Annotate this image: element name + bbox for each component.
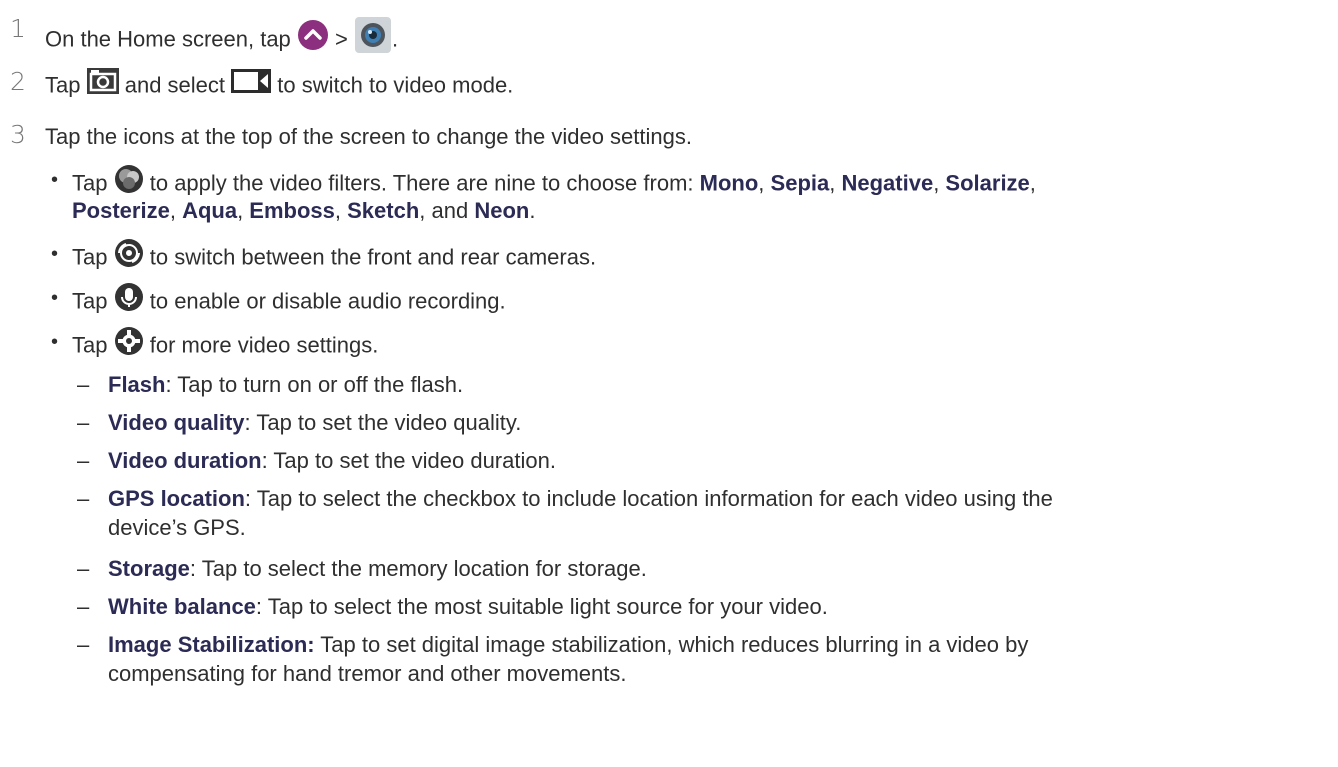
filter-negative: Negative (841, 170, 934, 196)
bullet-switch-post: to switch between the front and rear cam… (149, 244, 597, 270)
setting-desc: : Tap to turn on or off the flash. (165, 372, 464, 397)
bullet-dot: • (51, 243, 59, 265)
step-1-pre: On the Home screen, tap (45, 26, 291, 52)
filter-icon (114, 164, 144, 201)
step-number-1: 1 (10, 14, 26, 43)
setting-term: Video duration (108, 448, 262, 473)
filter-aqua: Aqua (182, 198, 238, 223)
setting-term: GPS location (108, 486, 245, 511)
setting-desc: : Tap to select the checkbox to include … (244, 486, 1053, 511)
camera-app-icon (354, 16, 392, 61)
step-1-text: On the Home screen, tap > . (45, 16, 399, 63)
setting-storage: Storage: Tap to select the memory locati… (108, 555, 647, 583)
filter-sepia: Sepia (770, 170, 830, 196)
setting-video-quality: Video quality: Tap to set the video qual… (108, 409, 521, 437)
setting-desc: Tap to set digital image stabilization, … (314, 632, 1029, 657)
dash-marker: – (77, 632, 90, 657)
step-2-text: Tap and select to switch to video mode. (45, 68, 514, 103)
step-2-post: to switch to video mode. (277, 72, 514, 98)
bullet-audio-post: to enable or disable audio recording. (149, 288, 506, 314)
dash-marker: – (77, 594, 90, 619)
apps-chevron-icon (297, 19, 329, 58)
bullet-dot: • (51, 287, 59, 309)
filter-posterize: Posterize (72, 198, 170, 223)
dash-marker: – (77, 486, 90, 511)
bullet-filters-pre: Tap (72, 170, 108, 196)
step-3-text: Tap the icons at the top of the screen t… (45, 124, 692, 149)
bullet-settings: Tap for more video settings. (72, 326, 379, 365)
bullet-filters-post: to apply the video filters. There are ni… (149, 170, 694, 196)
setting-term: Image Stabilization: (108, 632, 315, 657)
bullet-settings-pre: Tap (72, 332, 108, 358)
setting-term: White balance (108, 594, 256, 619)
video-mode-icon (231, 68, 272, 101)
filter-neon: Neon (474, 198, 530, 223)
microphone-icon (114, 282, 144, 319)
setting-gps-location-cont: device’s GPS. (108, 515, 246, 540)
setting-image-stabilization-cont: compensating for hand tremor and other m… (108, 661, 627, 686)
dash-marker: – (77, 410, 90, 435)
setting-desc: : Tap to set the video quality. (244, 410, 522, 435)
camera-mode-icon (86, 68, 119, 101)
setting-term: Storage (108, 556, 190, 581)
filter-mono: Mono (699, 170, 759, 196)
filter-solarize: Solarize (945, 170, 1030, 196)
setting-white-balance: White balance: Tap to select the most su… (108, 593, 828, 621)
step-number-3: 3 (10, 120, 26, 149)
bullet-switch-pre: Tap (72, 244, 108, 270)
setting-flash: Flash: Tap to turn on or off the flash. (108, 371, 463, 399)
filter-emboss: Emboss (249, 198, 335, 223)
step-2-mid: and select (124, 72, 226, 98)
setting-video-duration: Video duration: Tap to set the video dur… (108, 447, 556, 475)
settings-gear-icon (114, 326, 144, 363)
dash-marker: – (77, 556, 90, 581)
setting-desc: : Tap to select the most suitable light … (255, 594, 828, 619)
bullet-dot: • (51, 331, 59, 353)
step-1-mid: > (335, 26, 348, 52)
step-1-post: . (392, 26, 399, 52)
bullet-switch-camera: Tap to switch between the front and rear… (72, 238, 597, 277)
setting-desc: : Tap to set the video duration. (261, 448, 556, 473)
bullet-audio: Tap to enable or disable audio recording… (72, 282, 506, 321)
bullet-settings-post: for more video settings. (149, 332, 379, 358)
bullet-audio-pre: Tap (72, 288, 108, 314)
filter-sketch: Sketch (347, 198, 420, 223)
setting-desc: : Tap to select the memory location for … (189, 556, 647, 581)
bullet-filters-line2: Posterize, Aqua, Emboss, Sketch, and Neo… (72, 198, 536, 223)
dash-marker: – (77, 372, 90, 397)
setting-image-stabilization: Image Stabilization: Tap to set digital … (108, 631, 1028, 659)
dash-marker: – (77, 448, 90, 473)
filter-and: and (431, 198, 469, 223)
setting-term: Flash (108, 372, 166, 397)
bullet-dot: • (51, 169, 59, 191)
setting-term: Video quality (108, 410, 245, 435)
setting-gps-location: GPS location: Tap to select the checkbox… (108, 485, 1053, 513)
step-2-pre: Tap (45, 72, 81, 98)
switch-camera-icon (114, 238, 144, 275)
step-number-2: 2 (10, 67, 26, 96)
